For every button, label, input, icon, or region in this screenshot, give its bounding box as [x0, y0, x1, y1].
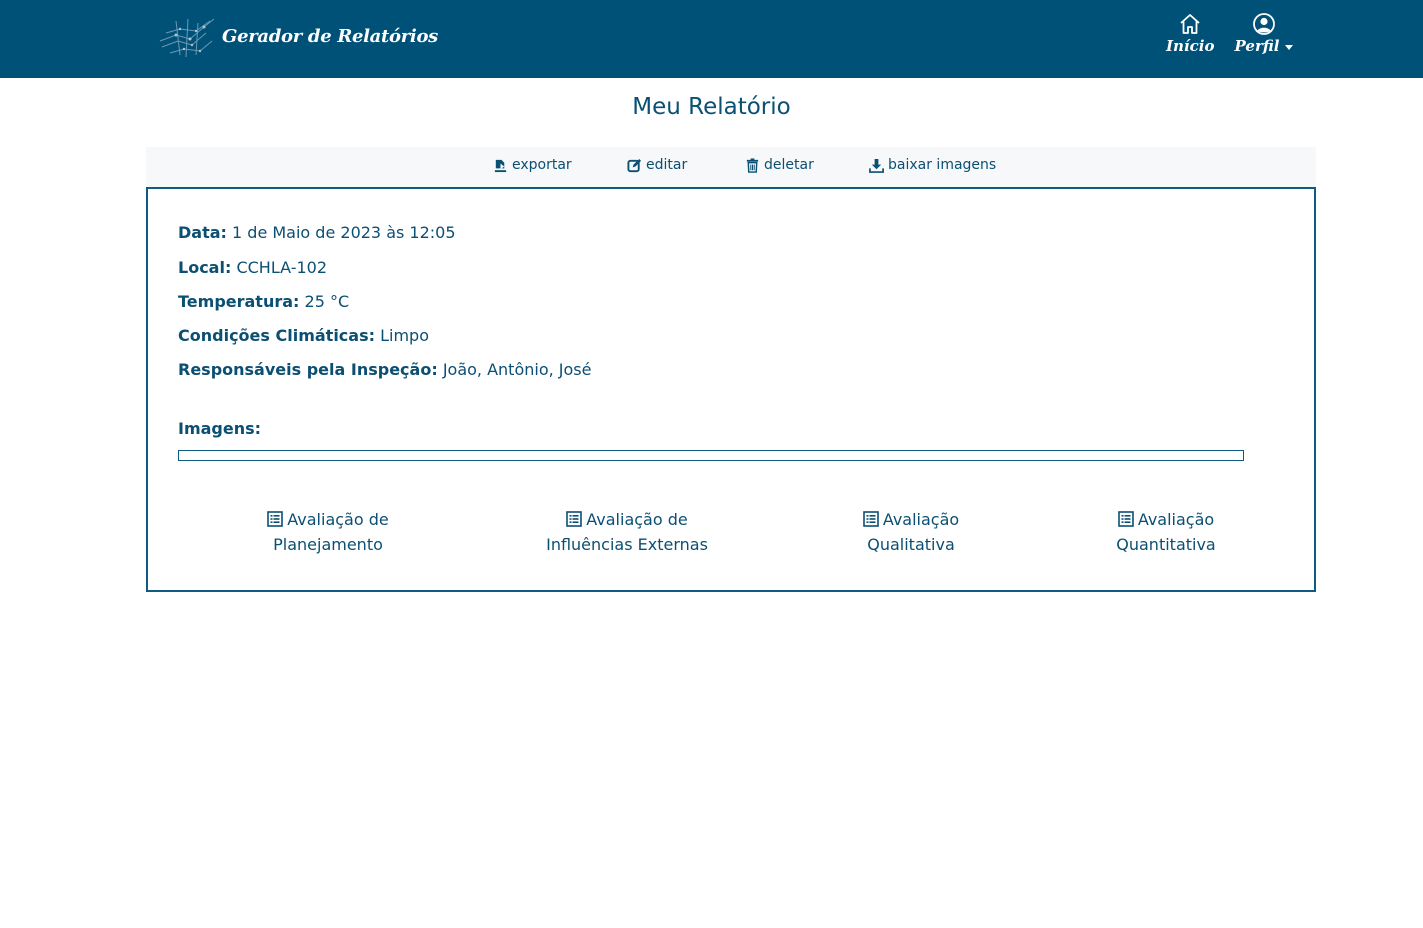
page-title: Meu Relatório: [632, 94, 791, 120]
export-icon: [494, 159, 507, 172]
field-label: Responsáveis pela Inspeção:: [178, 360, 438, 379]
home-icon: [1180, 14, 1200, 34]
brand-logo-icon: [159, 18, 215, 58]
report-card: Data: 1 de Maio de 2023 às 12:05 Local: …: [146, 187, 1316, 592]
list-alt-icon: [1118, 511, 1134, 527]
images-gallery: [178, 450, 1244, 461]
field-value: João, Antônio, José: [442, 360, 592, 379]
field-data: Data: 1 de Maio de 2023 às 12:05: [178, 223, 456, 242]
brand[interactable]: Gerador de Relatórios: [156, 10, 438, 62]
nav-home-link[interactable]: Início: [1166, 12, 1214, 55]
evaluation-qualitativa-link[interactable]: Avaliação Qualitativa: [828, 507, 994, 557]
export-button[interactable]: exportar: [493, 157, 572, 173]
evaluation-line1: Avaliação de: [586, 510, 688, 529]
delete-button[interactable]: deletar: [745, 157, 814, 173]
field-value: CCHLA-102: [236, 258, 328, 277]
user-circle-icon: [1253, 13, 1275, 35]
field-temperatura: Temperatura: 25 °C: [178, 292, 349, 311]
evaluation-line2: Planejamento: [273, 535, 383, 554]
evaluation-line2: Quantitativa: [1116, 535, 1216, 554]
field-label: Local:: [178, 258, 232, 277]
evaluation-line1: Avaliação: [1137, 510, 1215, 529]
images-label: Imagens:: [178, 419, 262, 438]
chevron-down-icon: [1285, 44, 1294, 50]
evaluation-line2: Influências Externas: [546, 535, 708, 554]
edit-button[interactable]: editar: [627, 157, 687, 173]
edit-label: editar: [646, 157, 688, 173]
download-icon: [869, 158, 884, 173]
field-condicoes-climaticas: Condições Climáticas: Limpo: [178, 326, 429, 345]
field-value: 1 de Maio de 2023 às 12:05: [232, 223, 456, 242]
field-value: Limpo: [380, 326, 429, 345]
delete-label: deletar: [764, 157, 814, 173]
top-navbar: Gerador de Relatórios Início Perfil: [0, 0, 1423, 78]
export-label: exportar: [512, 157, 572, 173]
download-images-button[interactable]: baixar imagens: [869, 157, 996, 173]
evaluation-line2: Qualitativa: [867, 535, 955, 554]
evaluation-influencias-externas-link[interactable]: Avaliação de Influências Externas: [525, 507, 729, 557]
nav-profile-label: Perfil: [1234, 37, 1280, 55]
report-toolbar: exportar editar deletar baixar imagens: [146, 147, 1316, 187]
field-local: Local: CCHLA-102: [178, 258, 327, 277]
field-responsaveis: Responsáveis pela Inspeção: João, Antôni…: [178, 360, 591, 379]
field-value: 25 °C: [304, 292, 350, 311]
list-alt-icon: [863, 511, 879, 527]
list-alt-icon: [267, 511, 284, 527]
evaluation-planejamento-link[interactable]: Avaliação de Planejamento: [228, 507, 428, 557]
edit-icon: [627, 158, 642, 172]
list-alt-icon: [566, 511, 583, 527]
evaluation-quantitativa-link[interactable]: Avaliação Quantitativa: [1088, 507, 1244, 557]
evaluation-line1: Avaliação de: [287, 510, 389, 529]
nav-profile-dropdown[interactable]: Perfil: [1234, 12, 1294, 55]
brand-title: Gerador de Relatórios: [222, 25, 439, 47]
field-label: Data:: [178, 223, 227, 242]
trash-icon: [746, 157, 759, 173]
nav-home-label: Início: [1166, 37, 1215, 55]
field-label: Temperatura:: [178, 292, 300, 311]
field-label: Condições Climáticas:: [178, 326, 375, 345]
evaluation-line1: Avaliação: [882, 510, 960, 529]
download-images-label: baixar imagens: [888, 157, 997, 173]
